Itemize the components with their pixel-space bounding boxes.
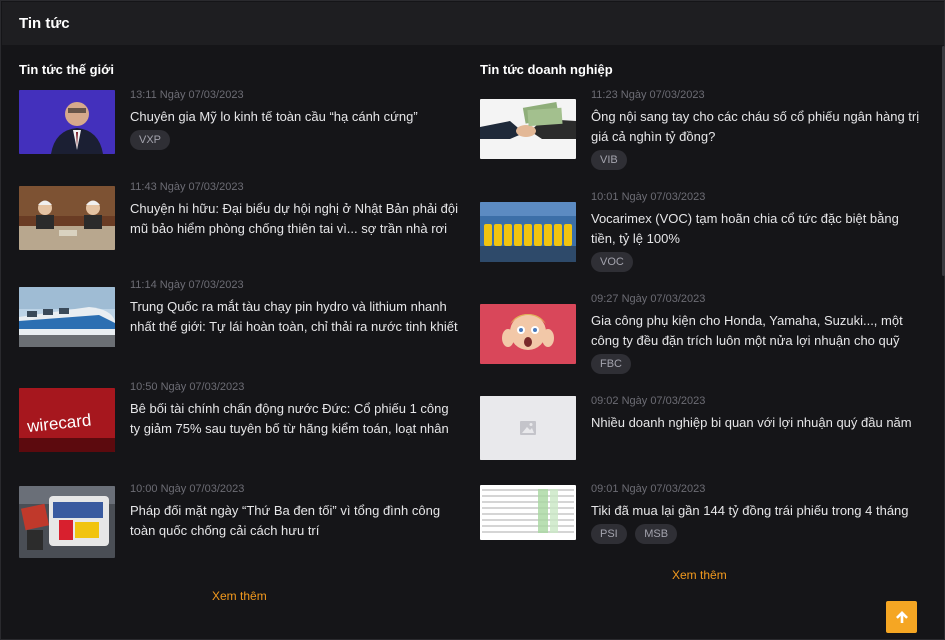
news-thumbnail[interactable] [19, 486, 115, 558]
news-panel: Tin tức Tin tức thế giới 13:11 Ngày 07/0… [0, 0, 945, 640]
news-thumbnail[interactable] [480, 99, 576, 159]
news-thumbnail[interactable] [480, 304, 576, 364]
news-headline[interactable]: Bê bối tài chính chấn động nước Đức: Cổ … [130, 399, 460, 439]
business-see-more-link[interactable]: Xem thêm [672, 568, 727, 582]
news-time: 11:23 Ngày 07/03/2023 [591, 89, 705, 101]
image-placeholder-icon [520, 421, 536, 435]
news-headline[interactable]: Tiki đã mua lại gần 144 tỷ đồng trái phi… [591, 501, 921, 521]
news-time: 09:02 Ngày 07/03/2023 [591, 395, 706, 407]
stock-tag[interactable]: FBC [591, 354, 631, 374]
news-item[interactable]: 11:14 Ngày 07/03/2023 Trung Quốc ra mắt … [19, 279, 459, 349]
world-news-title: Tin tức thế giới [19, 62, 114, 77]
news-headline[interactable]: Gia công phụ kiện cho Honda, Yamaha, Suz… [591, 311, 921, 351]
news-headline[interactable]: Chuyện hi hữu: Đại biểu dự hội nghị ở Nh… [130, 199, 460, 239]
stock-tag[interactable]: VIB [591, 150, 627, 170]
news-item[interactable]: 09:01 Ngày 07/03/2023 Tiki đã mua lại gầ… [480, 483, 920, 553]
business-news-title: Tin tức doanh nghiệp [480, 62, 613, 77]
news-thumbnail[interactable] [19, 287, 115, 351]
arrow-up-icon [895, 611, 908, 623]
news-thumbnail[interactable] [480, 202, 576, 262]
news-time: 11:14 Ngày 07/03/2023 [130, 279, 244, 291]
news-item[interactable]: 11:43 Ngày 07/03/2023 Chuyện hi hữu: Đại… [19, 181, 459, 251]
news-time: 11:43 Ngày 07/03/2023 [130, 181, 244, 193]
panel-title: Tin tức [19, 15, 70, 32]
news-time: 13:11 Ngày 07/03/2023 [130, 89, 244, 101]
stock-tag[interactable]: VOC [591, 252, 633, 272]
world-see-more-link[interactable]: Xem thêm [212, 589, 267, 603]
news-item[interactable]: 09:27 Ngày 07/03/2023 Gia công phụ kiện … [480, 293, 921, 374]
stock-tag[interactable]: PSI [591, 524, 627, 544]
news-item[interactable]: 13:11 Ngày 07/03/2023 Chuyên gia Mỹ lo k… [19, 89, 459, 159]
news-item[interactable]: 09:02 Ngày 07/03/2023 Nhiều doanh nghiệp… [480, 395, 920, 465]
news-thumbnail[interactable]: wirecard [19, 388, 115, 452]
panel-header: Tin tức [2, 2, 944, 45]
news-thumbnail[interactable] [19, 186, 115, 250]
news-headline[interactable]: Pháp đối mặt ngày “Thứ Ba đen tối” vì tổ… [130, 501, 460, 541]
news-time: 09:27 Ngày 07/03/2023 [591, 293, 706, 305]
news-item[interactable]: wirecard 10:50 Ngày 07/03/2023 Bê bối tà… [19, 381, 460, 452]
news-item[interactable]: 10:01 Ngày 07/03/2023 Vocarimex (VOC) tạ… [480, 191, 921, 272]
news-item[interactable]: 11:23 Ngày 07/03/2023 Ông nội sang tay c… [480, 89, 921, 170]
news-time: 10:01 Ngày 07/03/2023 [591, 191, 706, 203]
stock-tag[interactable]: VXP [130, 130, 171, 150]
stock-tag[interactable]: MSB [635, 524, 678, 544]
news-time: 09:01 Ngày 07/03/2023 [591, 483, 706, 495]
news-headline[interactable]: Trung Quốc ra mắt tàu chạy pin hydro và … [130, 297, 460, 337]
news-thumbnail[interactable] [480, 485, 576, 540]
news-item[interactable]: 10:00 Ngày 07/03/2023 Pháp đối mặt ngày … [19, 483, 460, 558]
news-headline[interactable]: Ông nội sang tay cho các cháu số cổ phiế… [591, 107, 921, 147]
news-headline[interactable]: Nhiều doanh nghiệp bi quan với lợi nhuận… [591, 413, 921, 433]
news-headline[interactable]: Vocarimex (VOC) tạm hoãn chia cổ tức đặc… [591, 209, 921, 249]
news-thumbnail[interactable] [19, 90, 115, 154]
news-thumbnail[interactable] [480, 396, 576, 460]
news-headline[interactable]: Chuyên gia Mỹ lo kinh tế toàn cầu “hạ cá… [130, 107, 460, 127]
scroll-to-top-button[interactable] [886, 601, 917, 633]
news-time: 10:50 Ngày 07/03/2023 [130, 381, 245, 393]
news-time: 10:00 Ngày 07/03/2023 [130, 483, 245, 495]
